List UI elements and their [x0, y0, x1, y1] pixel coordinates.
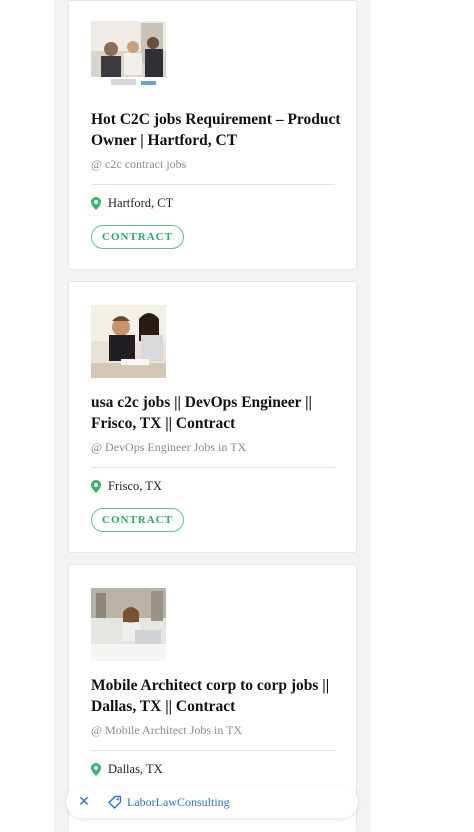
divider — [91, 467, 335, 468]
divider — [91, 750, 335, 751]
job-thumbnail[interactable] — [91, 21, 166, 94]
job-title[interactable]: Mobile Architect corp to corp jobs || Da… — [91, 675, 341, 717]
job-title[interactable]: Hot C2C jobs Requirement – Product Owner… — [91, 109, 341, 151]
job-location: Frisco, TX — [91, 479, 162, 494]
close-icon[interactable]: ✕ — [76, 794, 92, 810]
company-name[interactable]: @ Mobile Architect Jobs in TX — [91, 722, 341, 738]
job-location: Dallas, TX — [91, 762, 163, 777]
map-pin-icon — [91, 763, 101, 776]
job-thumbnail[interactable] — [91, 305, 166, 378]
job-type-badge[interactable]: CONTRACT — [91, 225, 184, 249]
company-name[interactable]: @ c2c contract jobs — [91, 156, 341, 172]
ad-link[interactable]: LaborLawConsulting — [127, 795, 230, 810]
job-card[interactable]: usa c2c jobs || DevOps Engineer || Frisc… — [68, 281, 357, 553]
divider — [91, 184, 335, 185]
job-location: Hartford, CT — [91, 196, 173, 211]
company-name[interactable]: @ DevOps Engineer Jobs in TX — [91, 439, 341, 455]
map-pin-icon — [91, 197, 101, 210]
ad-bar[interactable]: ✕ LaborLawConsulting — [66, 786, 358, 818]
location-text: Hartford, CT — [108, 196, 174, 210]
tag-icon — [108, 795, 122, 809]
job-title[interactable]: usa c2c jobs || DevOps Engineer || Frisc… — [91, 392, 341, 434]
map-pin-icon — [91, 480, 101, 493]
job-thumbnail[interactable] — [91, 588, 166, 661]
job-type-badge[interactable]: CONTRACT — [91, 508, 184, 532]
location-text: Frisco, TX — [108, 479, 162, 493]
location-text: Dallas, TX — [108, 762, 163, 776]
job-card[interactable]: Hot C2C jobs Requirement – Product Owner… — [68, 0, 357, 270]
